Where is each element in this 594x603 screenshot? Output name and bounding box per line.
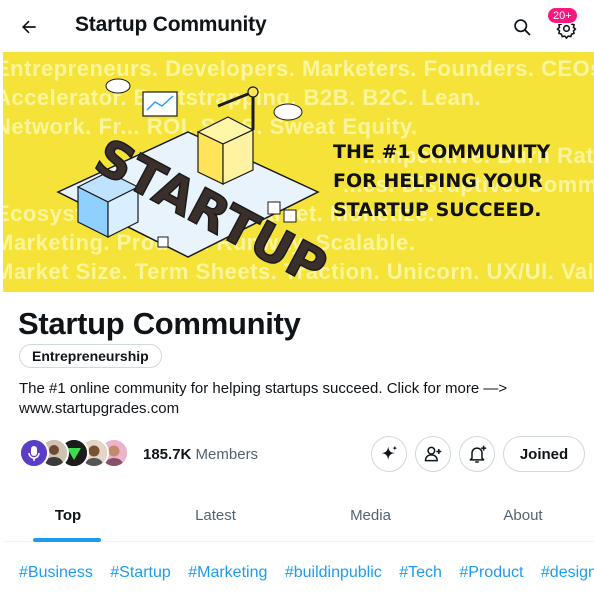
back-button[interactable]	[14, 12, 44, 42]
avatar	[19, 438, 49, 468]
sparkle-button[interactable]	[371, 436, 407, 472]
hashtag-tech[interactable]: #Tech	[399, 564, 442, 582]
joined-button[interactable]: Joined	[503, 436, 585, 472]
member-count-value: 185.7K	[143, 446, 192, 463]
hashtag-product[interactable]: #Product	[459, 564, 523, 582]
top-bar: Startup Community 20+	[0, 0, 594, 52]
tab-about[interactable]: About	[458, 489, 588, 541]
notification-settings-button[interactable]	[459, 436, 495, 472]
community-tabs: Top Latest Media About	[3, 489, 594, 542]
tab-media[interactable]: Media	[303, 489, 438, 541]
hashtag-design[interactable]: #design	[541, 564, 594, 582]
community-name: Startup Community	[18, 306, 301, 341]
add-member-icon	[424, 446, 442, 462]
page-title: Startup Community	[75, 13, 267, 36]
active-tab-indicator	[33, 538, 101, 542]
hashtag-list: #Business #Startup #Marketing #buildinpu…	[19, 564, 594, 582]
startup-isometric-illustration: STARTUP	[56, 78, 328, 287]
search-icon	[514, 19, 531, 36]
member-count-label: Members	[195, 446, 259, 463]
tab-latest[interactable]: Latest	[148, 489, 283, 541]
back-arrow-icon	[22, 20, 36, 34]
hashtag-buildinpublic[interactable]: #buildinpublic	[285, 564, 382, 582]
sparkle-icon	[381, 445, 398, 460]
tab-top[interactable]: Top	[3, 489, 133, 541]
topic-chip[interactable]: Entrepreneurship	[19, 344, 162, 368]
add-member-button[interactable]	[415, 436, 451, 472]
hashtag-startup[interactable]: #Startup	[110, 564, 170, 582]
community-description: The #1 online community for helping star…	[19, 380, 508, 417]
member-count[interactable]: 185.7K Members	[143, 446, 258, 463]
community-banner: Entrepreneurs. Developers. Marketers. Fo…	[3, 52, 594, 292]
hashtag-marketing[interactable]: #Marketing	[188, 564, 267, 582]
microphone-icon	[21, 440, 47, 466]
member-avatars[interactable]	[19, 438, 134, 470]
banner-headline: THE #1 COMMUNITY FOR HELPING YOUR STARTU…	[333, 141, 551, 221]
notification-badge: 20+	[547, 7, 578, 24]
notification-bell-icon	[469, 445, 487, 463]
hashtag-business[interactable]: #Business	[19, 564, 93, 582]
search-button[interactable]	[508, 13, 536, 41]
